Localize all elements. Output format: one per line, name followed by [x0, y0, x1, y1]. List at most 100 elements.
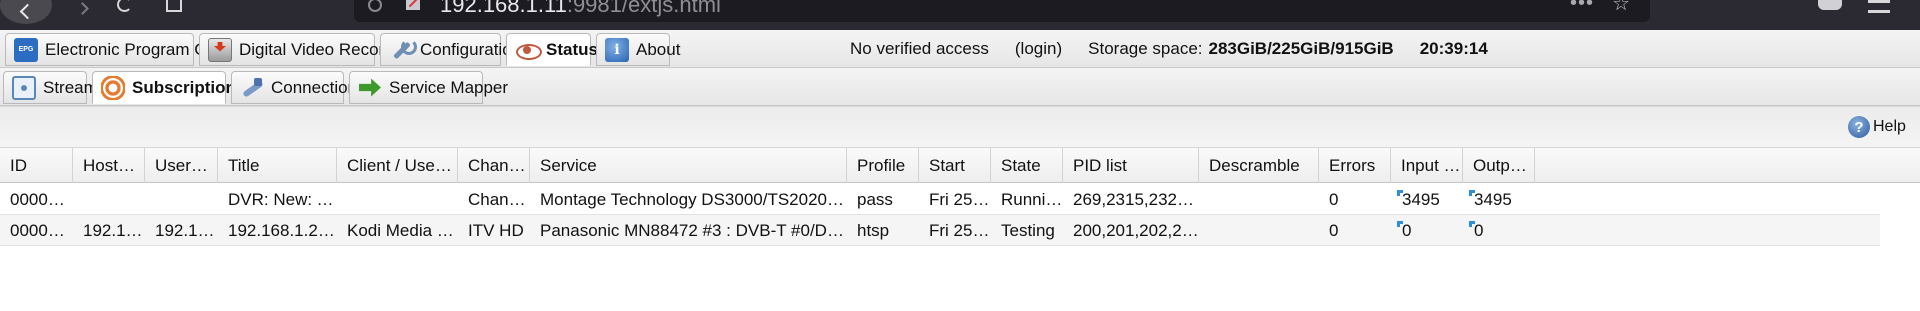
cell-input: 3495 — [1391, 184, 1463, 215]
storage-value: 283GiB/225GiB/915GiB — [1208, 39, 1394, 58]
insecure-lock-icon[interactable] — [406, 0, 420, 10]
status-info: No verified access (login) Storage space… — [850, 30, 1488, 68]
cell-pid-list: 269,2315,2327,23… — [1073, 190, 1199, 209]
cell-input-value: 3495 — [1402, 190, 1440, 209]
column-header-pid-list[interactable]: PID list — [1063, 148, 1199, 183]
column-header-service[interactable]: Service — [530, 148, 847, 183]
column-header-start[interactable]: Start — [919, 148, 991, 183]
help-label: Help — [1873, 118, 1906, 135]
url-text[interactable]: 192.168.1.11:9981/extjs.html — [440, 0, 721, 18]
url-host: 192.168.1.11 — [440, 0, 567, 17]
tracking-shield-icon[interactable] — [368, 0, 382, 12]
cell-output-value: 0 — [1474, 221, 1484, 240]
cell-state: Running — [1001, 190, 1063, 209]
forward-arrow-icon[interactable] — [76, 2, 89, 15]
column-header-errors[interactable]: Errors — [1319, 148, 1391, 183]
table-row[interactable]: 00000036 DVR: New: The… Chann… Montage T… — [0, 184, 1880, 215]
cell-output: 3495 — [1463, 184, 1535, 215]
tab-label: About — [636, 39, 681, 59]
broadcast-icon — [101, 75, 125, 100]
cell-id: 00000136 — [10, 221, 73, 240]
account-icon[interactable] — [1818, 0, 1842, 10]
cell-id: 00000036 — [10, 190, 73, 209]
cell-profile: htsp — [857, 221, 890, 240]
tab-label: Stream — [43, 77, 98, 97]
storage-label: Storage space: — [1088, 39, 1203, 58]
cell-username: 192.16… — [155, 221, 218, 240]
column-header-hostname[interactable]: Hostna… — [73, 148, 145, 183]
cell-output: 0 — [1463, 215, 1535, 246]
epg-icon: EPG — [14, 37, 38, 62]
url-bar[interactable]: 192.168.1.11:9981/extjs.html ••• ☆ — [354, 0, 1650, 22]
tab-about[interactable]: i About — [596, 33, 680, 66]
eye-icon — [515, 38, 542, 62]
cell-client: Kodi Media Ce… — [347, 221, 458, 240]
tab-epg[interactable]: EPG Electronic Program Guide — [5, 33, 240, 66]
cell-service: Montage Technology DS3000/TS2020 #0 : DV… — [540, 190, 847, 209]
cell-start: Fri 25 … — [929, 190, 991, 209]
arrow-right-icon — [358, 76, 382, 100]
access-status: No verified access — [850, 39, 989, 58]
cell-errors: 0 — [1329, 221, 1339, 240]
column-header-descramble[interactable]: Descramble — [1199, 148, 1319, 183]
rate-marker-icon — [1469, 190, 1475, 196]
tab-configuration[interactable]: Configuration — [380, 33, 521, 66]
column-header-username[interactable]: Userna… — [145, 148, 218, 183]
rate-marker-icon — [1397, 221, 1403, 227]
cell-channel: ITV HD — [468, 221, 524, 240]
cell-hostname — [73, 184, 145, 215]
rate-marker-icon — [1469, 221, 1475, 227]
antenna-icon — [12, 75, 36, 100]
tab-label: Status — [546, 39, 598, 59]
cell-start: Fri 25 … — [929, 221, 991, 240]
page-actions-icon[interactable]: ••• — [1570, 0, 1594, 15]
column-header-output[interactable]: Output … — [1463, 148, 1535, 183]
cell-pid-list: 200,201,202,205,… — [1073, 221, 1199, 240]
grid-toolbar: ? Help — [0, 106, 1920, 148]
status-sub-tab-strip: Stream Subscriptions Connections Service… — [0, 68, 1920, 106]
cell-input-value: 0 — [1402, 221, 1412, 240]
cell-descramble — [1199, 215, 1319, 246]
tab-connections[interactable]: Connections — [231, 71, 366, 104]
help-icon: ? — [1848, 116, 1870, 138]
back-arrow-icon[interactable] — [0, 0, 52, 24]
column-header-id[interactable]: ID — [0, 148, 73, 183]
table-row[interactable]: 00000136 192.16… 192.16… 192.168.1.22 [ … — [0, 215, 1880, 246]
dvr-icon — [208, 37, 232, 62]
cell-title: 192.168.1.22 [ |… — [228, 221, 337, 240]
tab-status[interactable]: Status — [506, 33, 598, 66]
clock-time: 20:39:14 — [1419, 39, 1488, 58]
reload-icon[interactable] — [117, 0, 132, 12]
cell-descramble — [1199, 184, 1319, 215]
column-header-title[interactable]: Title — [218, 148, 337, 183]
cell-service: Panasonic MN88472 #3 : DVB-T #0/DVB-T Ne… — [540, 221, 847, 240]
extension-icon[interactable] — [166, 0, 182, 12]
cell-channel: Chann… — [468, 190, 530, 209]
cell-client — [337, 184, 458, 215]
column-header-profile[interactable]: Profile — [847, 148, 919, 183]
tab-subscriptions[interactable]: Subscriptions — [92, 71, 245, 104]
cell-username — [145, 184, 218, 215]
tab-stream[interactable]: Stream — [3, 71, 98, 104]
tab-label: Subscriptions — [132, 77, 246, 97]
cell-errors: 0 — [1329, 190, 1339, 209]
cell-profile: pass — [857, 190, 893, 209]
cell-title: DVR: New: The… — [228, 190, 337, 209]
hamburger-menu-icon[interactable] — [1868, 0, 1890, 13]
cell-state: Testing — [1001, 221, 1055, 240]
login-link[interactable]: (login) — [1015, 39, 1062, 59]
tab-dvr[interactable]: Digital Video Recorder — [199, 33, 409, 66]
cell-hostname: 192.16… — [83, 221, 145, 240]
help-button[interactable]: ? Help — [1848, 116, 1906, 138]
url-path: :9981/extjs.html — [566, 0, 721, 17]
tab-service-mapper[interactable]: Service Mapper — [349, 71, 508, 104]
column-header-state[interactable]: State — [991, 148, 1063, 183]
cell-output-value: 3495 — [1474, 190, 1512, 209]
column-header-channel[interactable]: Channel — [458, 148, 530, 183]
table-header: ID Hostna… Userna… Title Client / User a… — [0, 148, 1920, 183]
column-header-input[interactable]: Input (k… — [1391, 148, 1463, 183]
plug-icon — [240, 76, 264, 100]
bookmark-star-icon[interactable]: ☆ — [1612, 0, 1630, 16]
column-header-client[interactable]: Client / User ag… — [337, 148, 458, 183]
wrench-icon — [389, 38, 417, 62]
